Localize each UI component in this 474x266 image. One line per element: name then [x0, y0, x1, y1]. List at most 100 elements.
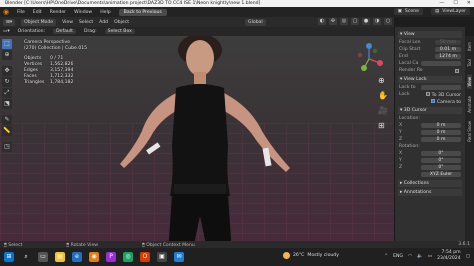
navigation-gizmo[interactable] — [352, 42, 386, 76]
menu-edit[interactable]: Edit — [33, 10, 42, 15]
visibility-icon[interactable]: ◐ — [318, 18, 326, 25]
task-view-icon[interactable]: ▭ — [38, 252, 48, 262]
clock[interactable]: 7:54 pm 23/4/2024 — [437, 250, 461, 262]
rotate-tool-icon[interactable]: ↻ — [2, 77, 12, 87]
gizmo-icon[interactable]: ✣ — [329, 18, 337, 25]
annotations-section-header[interactable]: ▸ Annotations — [398, 189, 462, 196]
overlay-icon[interactable]: ◎ — [340, 18, 348, 25]
scale-tool-icon[interactable]: ⤢ — [2, 88, 12, 98]
minimize-button[interactable]: — — [439, 0, 444, 6]
menu-render[interactable]: Render — [50, 10, 66, 15]
view-lock-section-header[interactable]: ▾ View Lock — [398, 76, 462, 83]
language-indicator[interactable]: ENG — [393, 254, 403, 259]
transform-orientation-selector[interactable]: Global — [245, 18, 266, 26]
shading-rendered-icon[interactable]: ○ — [384, 18, 392, 25]
lock-camera-checkbox[interactable] — [430, 98, 435, 103]
back-to-previous-button[interactable]: Back to Previous — [118, 8, 167, 16]
clip-end-field[interactable]: 1274 m — [435, 54, 461, 59]
rotation-mode-dropdown[interactable]: XYZ Euler — [421, 172, 461, 177]
cursor-location-x-field[interactable]: 0 m — [421, 123, 461, 128]
wifi-icon[interactable]: ◠ — [408, 254, 412, 259]
scene-selector[interactable]: ▣ Scene — [393, 8, 423, 15]
active-collection: (270) Collection | Cube.015 — [24, 46, 88, 51]
zoom-icon[interactable]: ⊕ — [378, 76, 388, 85]
pan-hand-icon[interactable]: ✋ — [378, 91, 388, 100]
gizmo-x-axis — [377, 60, 383, 66]
menu-add[interactable]: Add — [99, 20, 108, 25]
file-explorer-icon[interactable]: ▤ — [55, 252, 65, 262]
render-region-checkbox[interactable] — [455, 68, 459, 73]
character-torso — [170, 84, 230, 196]
tab-view[interactable]: View — [467, 74, 472, 89]
clip-start-field[interactable]: 0.01 m — [435, 47, 461, 52]
menu-window[interactable]: Window — [74, 10, 92, 15]
cursor-rotation-z-field[interactable]: 0° — [421, 165, 461, 170]
move-tool-icon[interactable]: ✥ — [2, 66, 12, 76]
focal-length-field[interactable]: 50 mm — [435, 40, 461, 45]
viewport-3d[interactable]: ⬚ ⊕ ✥ ↻ ⤢ ⬔ ✎ 📏 ◳ Camera Perspective (27… — [0, 36, 394, 254]
local-camera-field[interactable] — [421, 61, 461, 66]
rotation-label-row: Rotation: — [399, 144, 420, 149]
volume-icon[interactable]: 🔈 — [417, 254, 423, 259]
camera-view-icon[interactable]: 🎥 — [378, 106, 388, 115]
office-icon[interactable]: O — [140, 252, 150, 262]
3d-cursor-section-header[interactable]: ▾ 3D Cursor — [398, 107, 462, 114]
menu-file[interactable]: File — [17, 10, 25, 15]
blender-taskbar-icon[interactable]: ◉ — [89, 252, 99, 262]
scene-label: Scene — [404, 9, 419, 14]
tab-item[interactable]: Item — [467, 42, 472, 51]
grid-view-icon[interactable]: ⊞ — [378, 121, 388, 130]
menu-help[interactable]: Help — [100, 10, 110, 15]
character-right-arm — [218, 92, 290, 172]
menu-object[interactable]: Object — [114, 20, 129, 25]
cursor-rotation-y-field[interactable]: 0° — [421, 158, 461, 163]
mode-selector[interactable]: Object Mode — [21, 18, 57, 26]
location-label-row: Location: — [399, 116, 420, 121]
blender-logo-icon[interactable]: ◉ — [3, 8, 9, 16]
viewlayer-selector[interactable]: ▤ ViewLayer — [430, 8, 470, 15]
cursor-rotation-x-field[interactable]: 0° — [421, 151, 461, 156]
xray-icon[interactable]: ▢ — [351, 18, 359, 25]
view-section-header[interactable]: ▾ View — [398, 31, 462, 38]
tool-shelf: ⬚ ⊕ ✥ ↻ ⤢ ⬔ ✎ 📏 ◳ — [2, 39, 12, 152]
notification-icon[interactable]: ▢ — [466, 254, 470, 259]
search-icon[interactable]: ⌕ — [21, 252, 31, 262]
editor-type-button[interactable]: ⊞▾ — [3, 18, 16, 26]
weather-widget[interactable]: 26°C Mostly cloudy — [283, 252, 339, 259]
app-icon[interactable]: ▣ — [157, 252, 167, 262]
windows-start-icon[interactable]: ⊞ — [4, 252, 14, 262]
cursor-location-z-field[interactable]: 0 m — [421, 137, 461, 142]
measure-tool-icon[interactable]: 📏 — [2, 126, 12, 136]
chrome-icon[interactable]: ◎ — [123, 252, 133, 262]
tray-chevron-icon[interactable]: ⌃ — [384, 254, 388, 259]
cursor-tool-icon[interactable]: ⊕ — [2, 50, 12, 60]
mail-icon[interactable]: ✉ — [174, 252, 184, 262]
tab-animate[interactable]: Animate — [467, 96, 472, 113]
premiere-icon[interactable]: P — [106, 252, 116, 262]
menu-select[interactable]: Select — [79, 20, 93, 25]
close-button[interactable]: ✕ — [467, 0, 471, 6]
battery-icon[interactable]: ▭ — [428, 254, 432, 259]
tab-real-snow[interactable]: Real Snow — [467, 121, 472, 142]
edge-browser-icon[interactable]: e — [72, 252, 82, 262]
drag-dropdown[interactable]: Select Box — [104, 29, 135, 34]
maximize-button[interactable]: ☐ — [453, 0, 457, 6]
transform-tool-icon[interactable]: ⬔ — [2, 99, 12, 109]
add-cube-tool-icon[interactable]: ◳ — [2, 142, 12, 152]
orientation-dropdown[interactable]: Default — [53, 29, 76, 34]
viewlayer-icon: ▤ — [434, 9, 440, 14]
cursor-location-y-field[interactable]: 0 m — [421, 130, 461, 135]
shading-material-icon[interactable]: ◑ — [373, 18, 381, 25]
drag-label: Drag: — [83, 29, 97, 34]
collections-section-header[interactable]: ▸ Collections — [398, 180, 462, 187]
menu-view[interactable]: View — [62, 20, 73, 25]
select-mode-icon[interactable]: ▭▾ — [3, 29, 10, 34]
lock-to-object-field[interactable] — [421, 85, 461, 90]
lock-cursor-checkbox[interactable] — [425, 91, 430, 96]
annotate-tool-icon[interactable]: ✎ — [2, 115, 12, 125]
shading-solid-icon[interactable]: ● — [362, 18, 370, 25]
viewport-info-overlay: Camera Perspective (270) Collection | Cu… — [24, 40, 94, 86]
tab-tool[interactable]: Tool — [467, 59, 472, 67]
status-context: 🖱 Object Context Menu — [142, 242, 195, 248]
select-tool-icon[interactable]: ⬚ — [2, 39, 12, 49]
